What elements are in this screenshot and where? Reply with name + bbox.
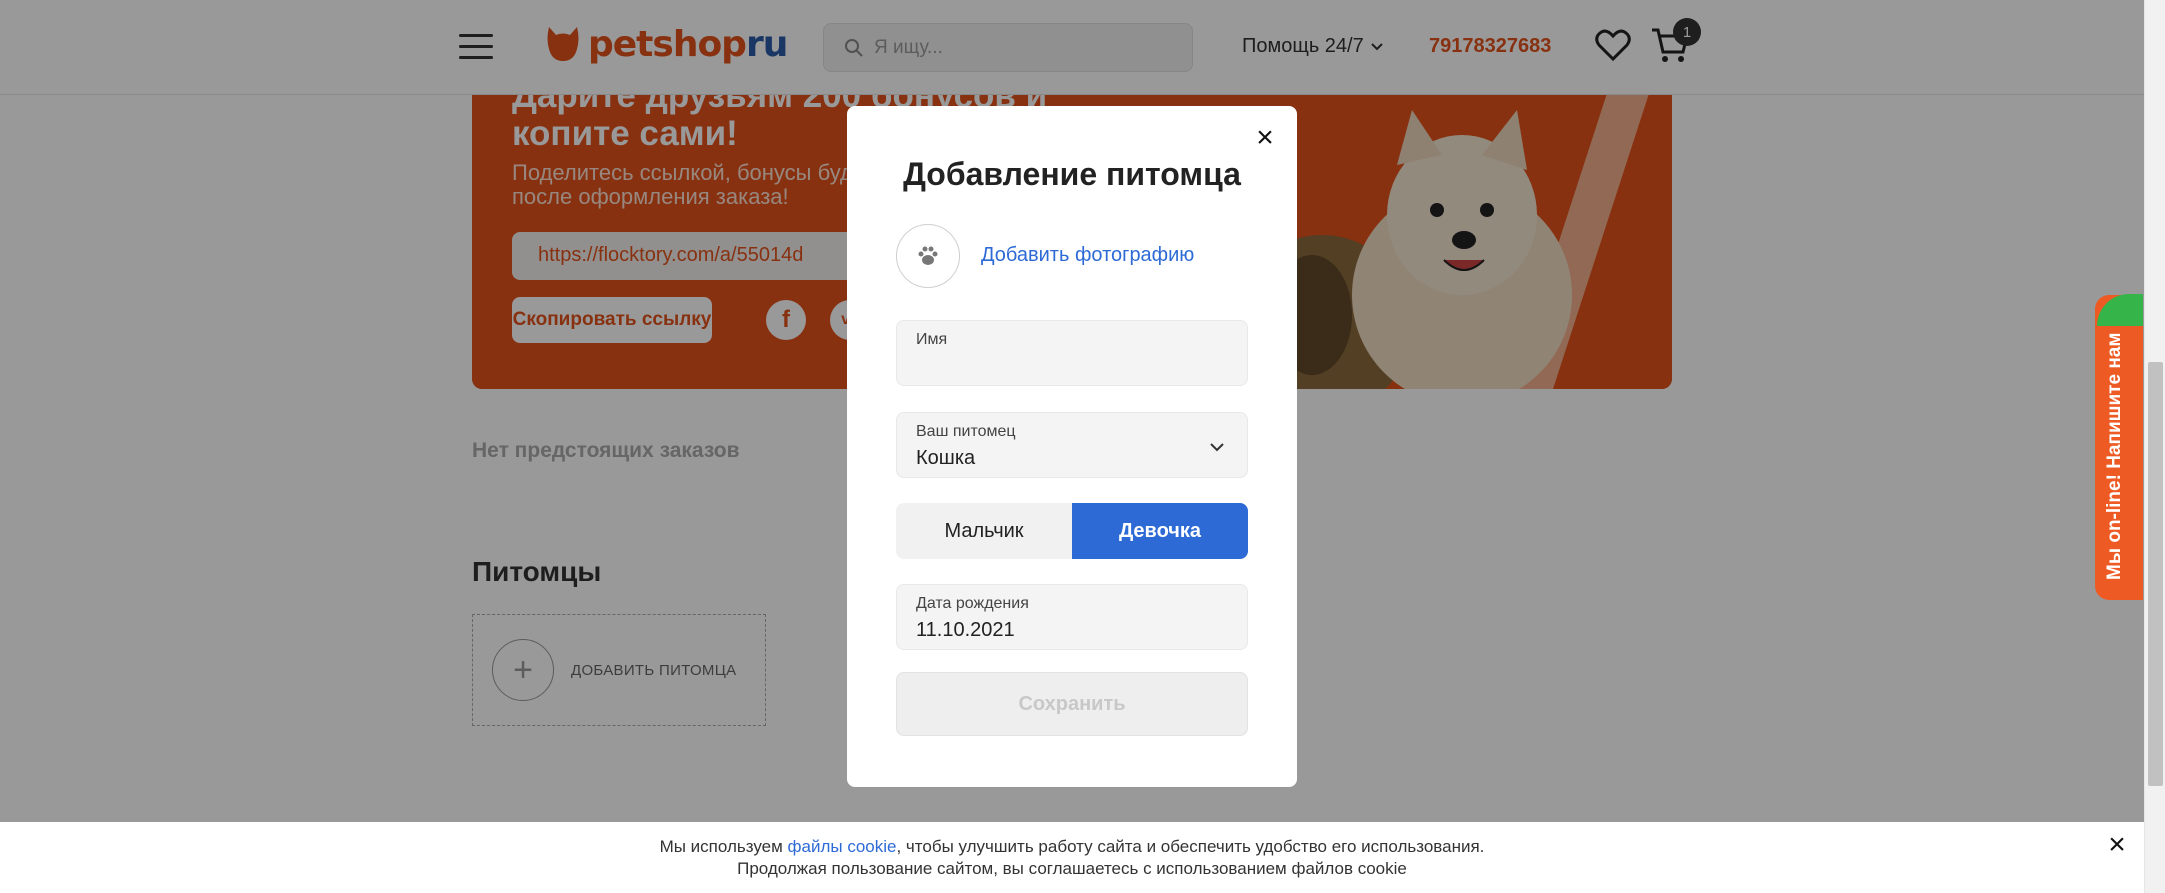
- cookie-policy-link[interactable]: файлы cookie: [788, 837, 897, 856]
- online-chat-label[interactable]: Мы on-line! Напишите нам: [2104, 310, 2134, 580]
- page-scrollbar[interactable]: [2144, 0, 2165, 893]
- modal-title: Добавление питомца: [903, 156, 1241, 192]
- gender-toggle: Мальчик Девочка: [896, 503, 1248, 559]
- photo-upload-circle[interactable]: [896, 224, 960, 288]
- pet-type-label: Ваш питомец: [916, 423, 1016, 440]
- name-label: Имя: [916, 331, 948, 348]
- add-pet-modal: × Добавление питомца Добавить фотографию…: [847, 106, 1297, 787]
- birth-date-value: 11.10.2021: [916, 619, 1015, 641]
- cookie-text-after: , чтобы улучшить работу сайта и обеспечи…: [896, 837, 1485, 856]
- gender-boy-button[interactable]: Мальчик: [896, 503, 1072, 559]
- cookie-banner: Мы используем файлы cookie, чтобы улучши…: [0, 822, 2144, 893]
- birth-date-label: Дата рождения: [916, 595, 1029, 612]
- name-field[interactable]: Имя: [896, 320, 1248, 386]
- gender-girl-button[interactable]: Девочка: [1072, 503, 1248, 559]
- close-icon[interactable]: ×: [1251, 123, 1279, 153]
- cookie-text-before: Мы используем: [659, 837, 788, 856]
- pet-type-value: Кошка: [916, 447, 976, 469]
- chevron-down-icon: [1210, 443, 1224, 452]
- name-input[interactable]: [916, 355, 1216, 378]
- cookie-text: Мы используем файлы cookie, чтобы улучши…: [0, 836, 2144, 880]
- save-button[interactable]: Сохранить: [896, 672, 1248, 736]
- close-icon[interactable]: ×: [2102, 830, 2132, 860]
- pet-type-select[interactable]: Ваш питомец Кошка: [896, 412, 1248, 478]
- cookie-text-line2: Продолжая пользование сайтом, вы соглаша…: [737, 859, 1407, 878]
- birth-date-field[interactable]: Дата рождения 11.10.2021: [896, 584, 1248, 650]
- paw-icon: [918, 246, 938, 265]
- add-photo-link[interactable]: Добавить фотографию: [981, 244, 1194, 267]
- scrollbar-thumb[interactable]: [2148, 362, 2163, 786]
